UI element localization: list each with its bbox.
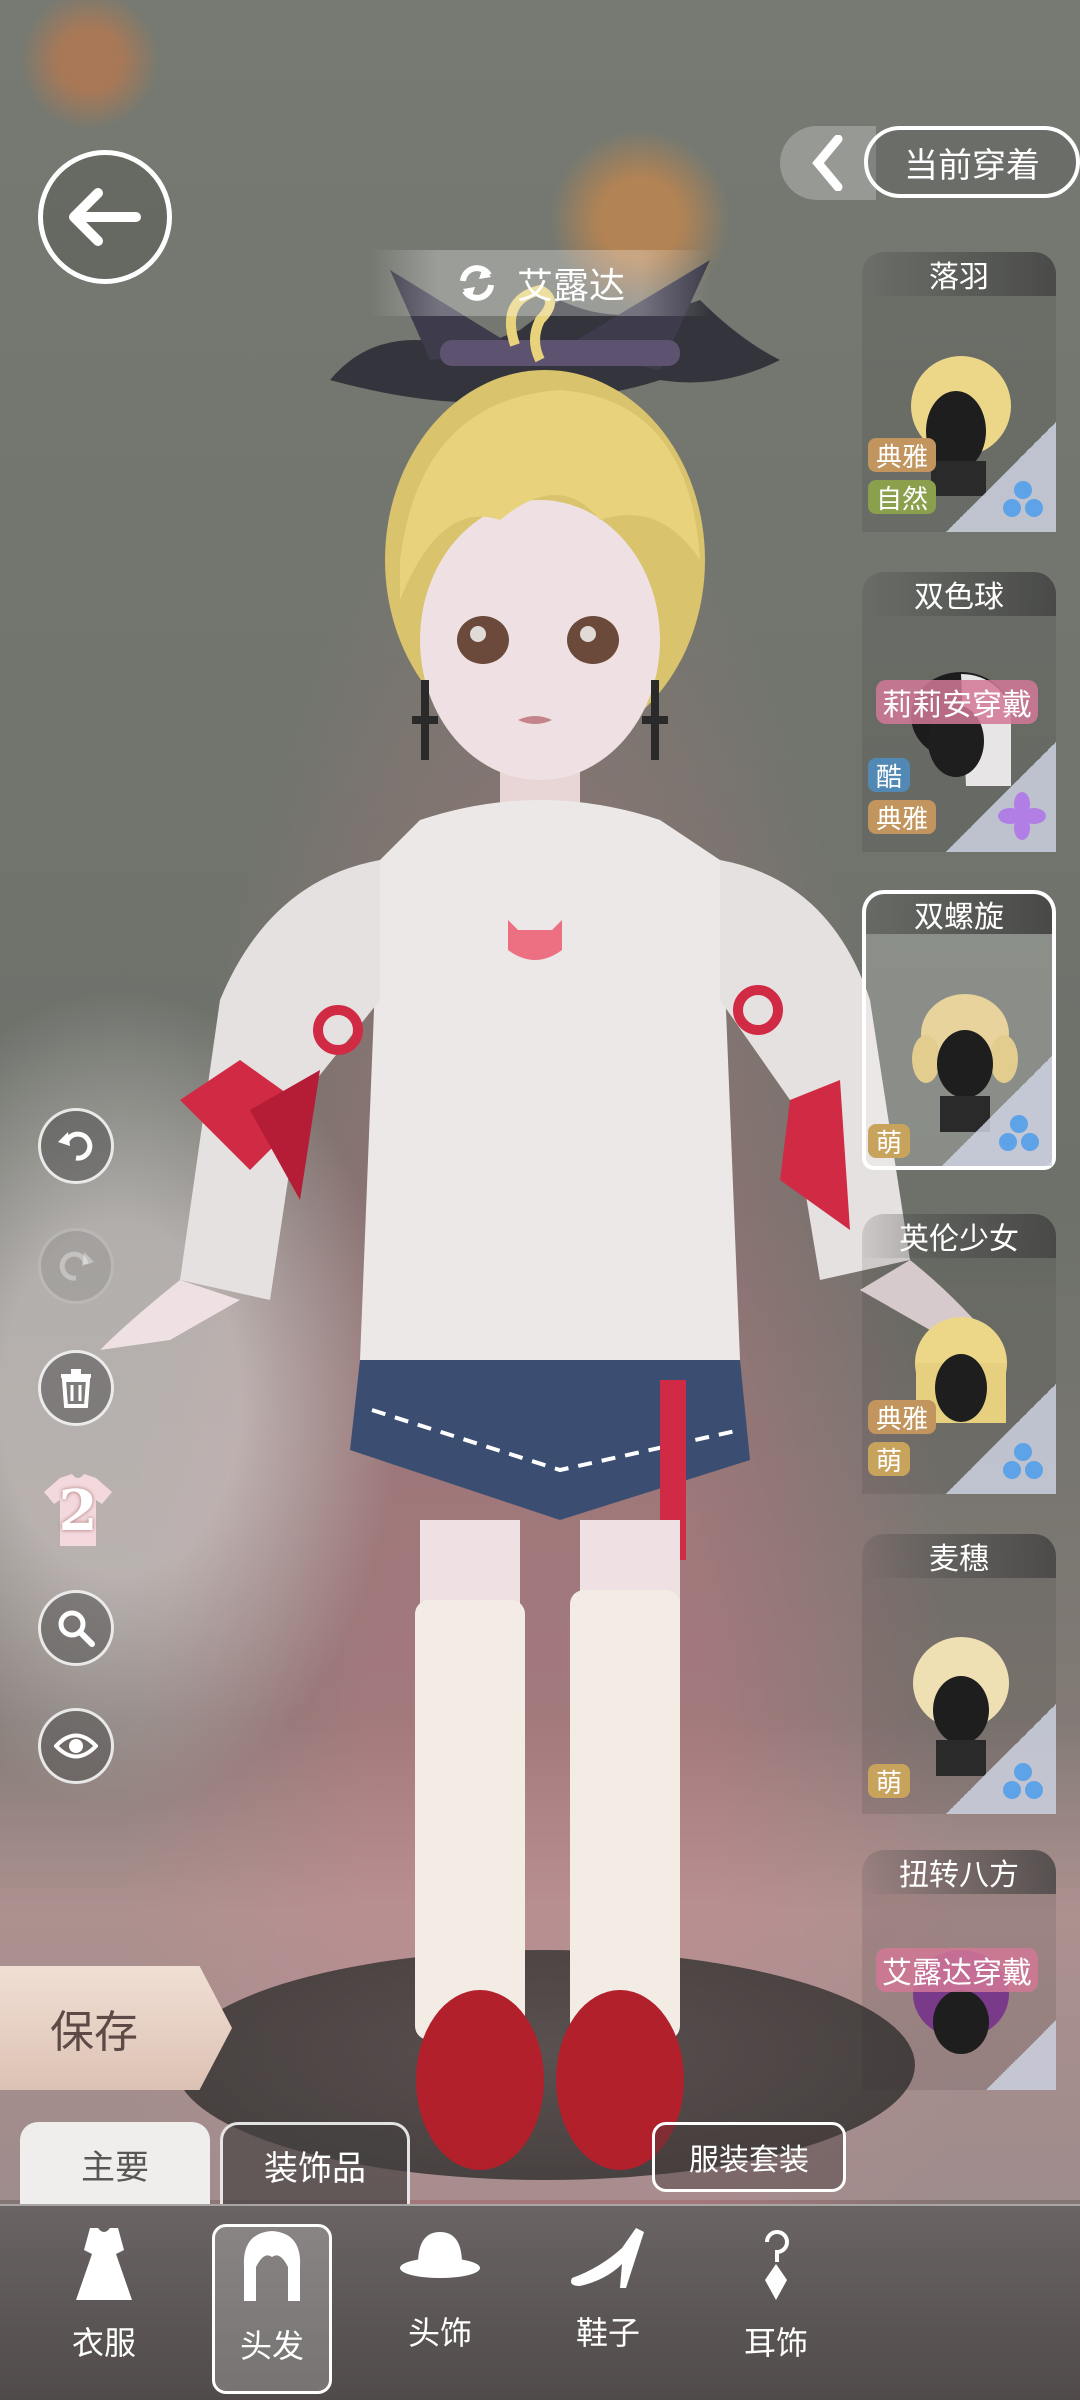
delete-button[interactable] <box>38 1350 114 1426</box>
eye-icon <box>54 1733 98 1759</box>
blue-gem-icon <box>1003 1763 1043 1799</box>
category-label: 鞋子 <box>575 2314 640 2352</box>
category-label: 耳饰 <box>743 2324 808 2362</box>
hair-card-title: 英伦少女 <box>862 1214 1056 1258</box>
tab-main[interactable]: 主要 <box>20 2122 210 2206</box>
arrow-left-icon <box>69 188 141 246</box>
style-tag: 酷 <box>868 758 911 793</box>
hair-card-title: 双色球 <box>862 572 1056 616</box>
outfit-slot-button[interactable]: 2 <box>38 1470 118 1550</box>
character-name: 艾露达 <box>516 266 625 307</box>
outfit-slot-number: 2 <box>58 1478 98 1544</box>
hair-card-title: 麦穗 <box>862 1534 1056 1578</box>
redo-button[interactable] <box>38 1228 114 1304</box>
category-bar: 衣服 头发 头饰 鞋子 耳饰 <box>0 2204 1080 2400</box>
style-tag: 萌 <box>868 1764 911 1799</box>
collapse-panel-button[interactable] <box>780 126 876 200</box>
wearing-badge: 艾露达穿戴 <box>876 1948 1038 1992</box>
hair-card-title: 双螺旋 <box>862 890 1056 935</box>
shoe-icon <box>571 2228 644 2288</box>
hair-card-niuzhuanbafang[interactable]: 扭转八方 艾露达穿戴 <box>862 1850 1056 2090</box>
purple-flower-icon <box>998 792 1046 840</box>
hair-card-body <box>862 1894 1056 2090</box>
hair-card-luoyu[interactable]: 落羽 典雅 自然 <box>862 252 1056 532</box>
style-tag: 自然 <box>868 480 937 515</box>
hair-icon <box>243 2231 301 2301</box>
category-shoes[interactable]: 鞋子 <box>548 2224 668 2394</box>
search-icon <box>58 1610 95 1647</box>
style-tag: 萌 <box>868 1124 911 1159</box>
style-tag: 典雅 <box>868 1400 937 1435</box>
category-earrings[interactable]: 耳饰 <box>716 2224 836 2394</box>
blue-gem-icon <box>1003 1443 1043 1479</box>
category-headwear[interactable]: 头饰 <box>380 2224 500 2394</box>
save-button[interactable]: 保存 <box>0 1966 232 2090</box>
undo-icon <box>58 1131 93 1161</box>
switch-icon <box>459 265 494 301</box>
preview-button[interactable] <box>38 1708 114 1784</box>
blue-gem-icon <box>999 1115 1039 1151</box>
category-label: 头饰 <box>407 2314 472 2352</box>
blue-gem-icon <box>1003 481 1043 517</box>
chevron-left-icon <box>812 135 843 191</box>
hair-card-maisui[interactable]: 麦穗 萌 <box>862 1534 1056 1814</box>
hair-card-shuangseqiu[interactable]: 双色球 莉莉安穿戴 酷 典雅 <box>862 572 1056 852</box>
tab-accessories[interactable]: 装饰品 <box>220 2122 410 2206</box>
redo-icon <box>59 1251 94 1281</box>
hair-card-title: 扭转八方 <box>862 1850 1056 1894</box>
earring-icon <box>765 2230 789 2300</box>
wearing-badge: 莉莉安穿戴 <box>876 680 1038 724</box>
category-label: 头发 <box>239 2327 304 2365</box>
category-clothes[interactable]: 衣服 <box>44 2224 164 2394</box>
outfit-suit-button[interactable]: 服装套装 <box>652 2122 846 2192</box>
back-button[interactable] <box>38 150 172 284</box>
zoom-button[interactable] <box>38 1590 114 1666</box>
undo-button[interactable] <box>38 1108 114 1184</box>
category-label: 衣服 <box>71 2324 136 2362</box>
hair-card-title: 落羽 <box>862 252 1056 296</box>
rarity-corner <box>986 2020 1056 2090</box>
category-hair[interactable]: 头发 <box>212 2224 332 2394</box>
character-switch[interactable]: 艾露达 <box>370 250 710 316</box>
dress-icon <box>76 2228 132 2300</box>
style-tag: 典雅 <box>868 438 937 473</box>
hair-card-shuangluoxuan[interactable]: 双螺旋 萌 <box>862 890 1056 1170</box>
current-outfit-button[interactable]: 当前穿着 <box>864 126 1080 198</box>
hair-card-yinglunshaonv[interactable]: 英伦少女 典雅 萌 <box>862 1214 1056 1494</box>
style-tag: 典雅 <box>868 800 937 835</box>
style-tag: 萌 <box>868 1442 911 1477</box>
hat-icon <box>400 2232 480 2278</box>
trash-icon <box>61 1369 91 1408</box>
